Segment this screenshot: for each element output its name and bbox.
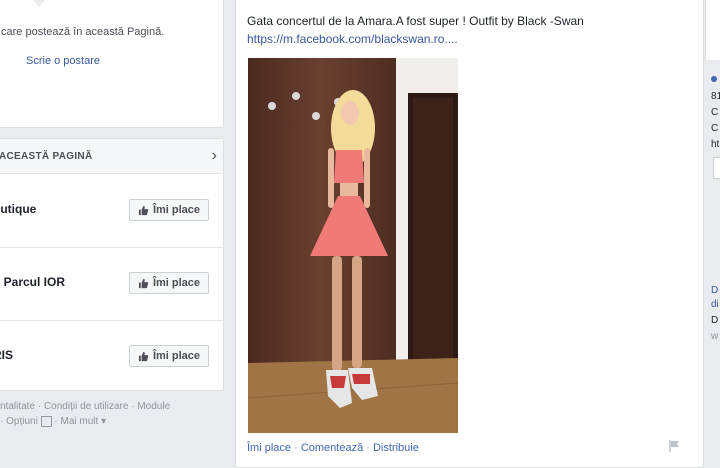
photo-image: [248, 58, 458, 433]
caret-down-icon[interactable]: ▾: [101, 416, 106, 427]
footer-link-options[interactable]: Opțiuni: [6, 416, 38, 427]
footer-dot: ·: [37, 401, 42, 412]
flag-icon[interactable]: [668, 439, 682, 453]
right-line: C: [711, 123, 719, 134]
comment-post-link[interactable]: Comentează: [301, 442, 363, 454]
thumbs-up-icon: [138, 205, 149, 215]
right-line: D: [711, 315, 719, 326]
like-button-label: Îmi place: [152, 277, 201, 289]
timeline-post: Gata concertul de la Amara.A fost super …: [235, 0, 704, 468]
share-post-link[interactable]: Distribuie: [373, 442, 419, 454]
liked-pages-header: ACEASTĂ PAGINĂ ›: [0, 139, 223, 174]
liked-page-row: ti Parcul IOR Îmi place: [0, 247, 223, 321]
liked-pages-title: ACEASTĂ PAGINĂ: [0, 151, 93, 162]
liked-page-name[interactable]: ti Parcul IOR: [0, 275, 65, 289]
footer-link-modules[interactable]: Module: [137, 401, 170, 412]
post-text: Gata concertul de la Amara.A fost super …: [247, 14, 584, 28]
right-line: 81: [711, 91, 720, 102]
like-button-label: Îmi place: [152, 350, 201, 362]
page-composer-card: care postează în această Pagină. Scrie o…: [0, 0, 224, 128]
right-line: C: [711, 107, 719, 118]
like-button-label: Îmi place: [152, 204, 201, 216]
post-actions: Îmi place · Comentează · Distribuie: [247, 442, 419, 454]
liked-page-name[interactable]: RIS: [0, 348, 13, 362]
right-line[interactable]: D: [711, 284, 718, 297]
action-separator: ·: [363, 442, 373, 454]
right-column-button[interactable]: [713, 157, 720, 179]
thumbs-up-icon: [138, 278, 149, 288]
footer-link-more[interactable]: Mai mult: [61, 416, 99, 427]
like-post-link[interactable]: Îmi place: [247, 442, 291, 454]
right-line: w: [711, 331, 719, 342]
footer-link-terms[interactable]: Condiții de utilizare: [44, 401, 129, 412]
footer-link-privacy[interactable]: ntalitate: [0, 401, 35, 412]
like-page-button[interactable]: Îmi place: [129, 199, 209, 221]
liked-page-name[interactable]: outique: [0, 202, 36, 216]
right-line[interactable]: di: [711, 298, 719, 311]
liked-pages-card: ACEASTĂ PAGINĂ › outique Îmi place ti Pa…: [0, 138, 224, 391]
right-column-card: [705, 0, 720, 60]
liked-page-row: RIS Îmi place: [0, 320, 223, 393]
footer-links: ntalitate · Condiții de utilizare · Modu…: [0, 399, 170, 429]
liked-page-row: outique Îmi place: [0, 174, 223, 248]
right-line: ht: [711, 139, 720, 150]
like-page-button[interactable]: Îmi place: [129, 272, 209, 294]
right-column-text: 81 C C ht D di D w: [709, 70, 720, 370]
like-page-button[interactable]: Îmi place: [129, 345, 209, 367]
globe-icon: [711, 76, 717, 82]
composer-info-text: care postează în această Pagină.: [1, 26, 165, 38]
post-link[interactable]: https://m.facebook.com/blackswan.ro....: [247, 32, 458, 46]
footer-dot: ·: [54, 416, 58, 427]
post-photo[interactable]: [248, 58, 458, 433]
chevron-right-icon[interactable]: ›: [212, 147, 217, 165]
action-separator: ·: [291, 442, 301, 454]
footer-dot: ·: [131, 401, 135, 412]
thumbs-up-icon: [138, 351, 149, 361]
ad-choices-icon[interactable]: [40, 415, 52, 427]
speech-notch: [31, 0, 47, 7]
write-post-link[interactable]: Scrie o postare: [26, 55, 100, 67]
footer-dot: ·: [0, 416, 4, 427]
